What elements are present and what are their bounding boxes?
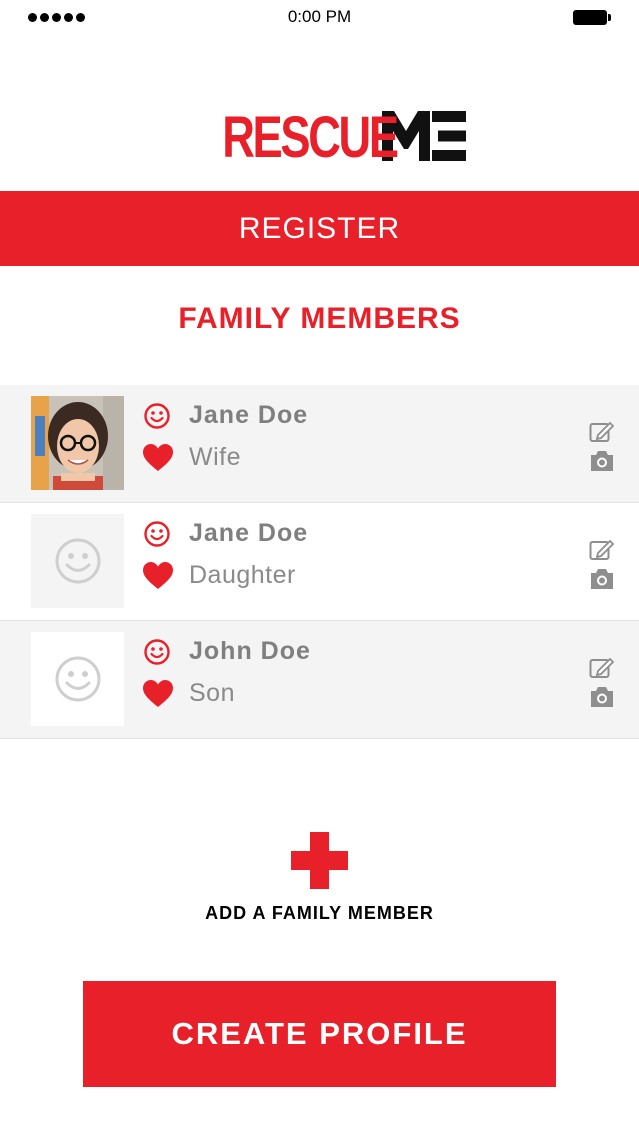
plus-icon[interactable]: [291, 832, 348, 889]
avatar-placeholder-icon[interactable]: [31, 632, 124, 726]
create-profile-button[interactable]: CREATE PROFILE: [83, 981, 556, 1087]
smiley-icon: [143, 402, 171, 435]
avatar-placeholder-icon[interactable]: [31, 514, 124, 608]
member-photo[interactable]: [31, 396, 124, 490]
create-profile-label: CREATE PROFILE: [171, 1016, 468, 1051]
add-family-member-button[interactable]: ADD A FAMILY MEMBER: [0, 903, 639, 924]
status-time: 0:00 PM: [287, 7, 352, 26]
family-member-list: Jane Doe Wife Jane Doe Daughter John Doe…: [0, 385, 639, 739]
family-members-heading: FAMILY MEMBERS: [178, 302, 461, 335]
page-title: REGISTER: [238, 211, 401, 245]
heart-icon: [143, 680, 173, 713]
battery-icon: [573, 10, 611, 25]
edit-icon[interactable]: [589, 539, 615, 566]
heart-icon: [143, 444, 173, 477]
heart-icon: [143, 562, 173, 595]
family-member-row[interactable]: Jane Doe Wife: [0, 385, 639, 503]
family-member-row[interactable]: Jane Doe Daughter: [0, 503, 639, 621]
logo-rescue-text: RESCUE: [221, 105, 399, 170]
register-header: REGISTER: [0, 191, 639, 266]
member-relation: Son: [189, 679, 235, 707]
family-member-row[interactable]: John Doe Son: [0, 621, 639, 739]
camera-icon[interactable]: [589, 686, 615, 713]
smiley-icon: [143, 520, 171, 553]
member-relation: Daughter: [189, 561, 296, 589]
status-bar: 0:00 PM: [0, 0, 639, 36]
member-relation: Wife: [189, 443, 241, 471]
edit-icon[interactable]: [589, 657, 615, 684]
member-name: Jane Doe: [189, 401, 309, 429]
camera-icon[interactable]: [589, 568, 615, 595]
smiley-icon: [143, 638, 171, 671]
member-name: Jane Doe: [189, 519, 309, 547]
camera-icon[interactable]: [589, 450, 615, 477]
edit-icon[interactable]: [589, 421, 615, 448]
rescueme-logo: RESCUE: [0, 108, 639, 168]
member-name: John Doe: [189, 637, 311, 665]
